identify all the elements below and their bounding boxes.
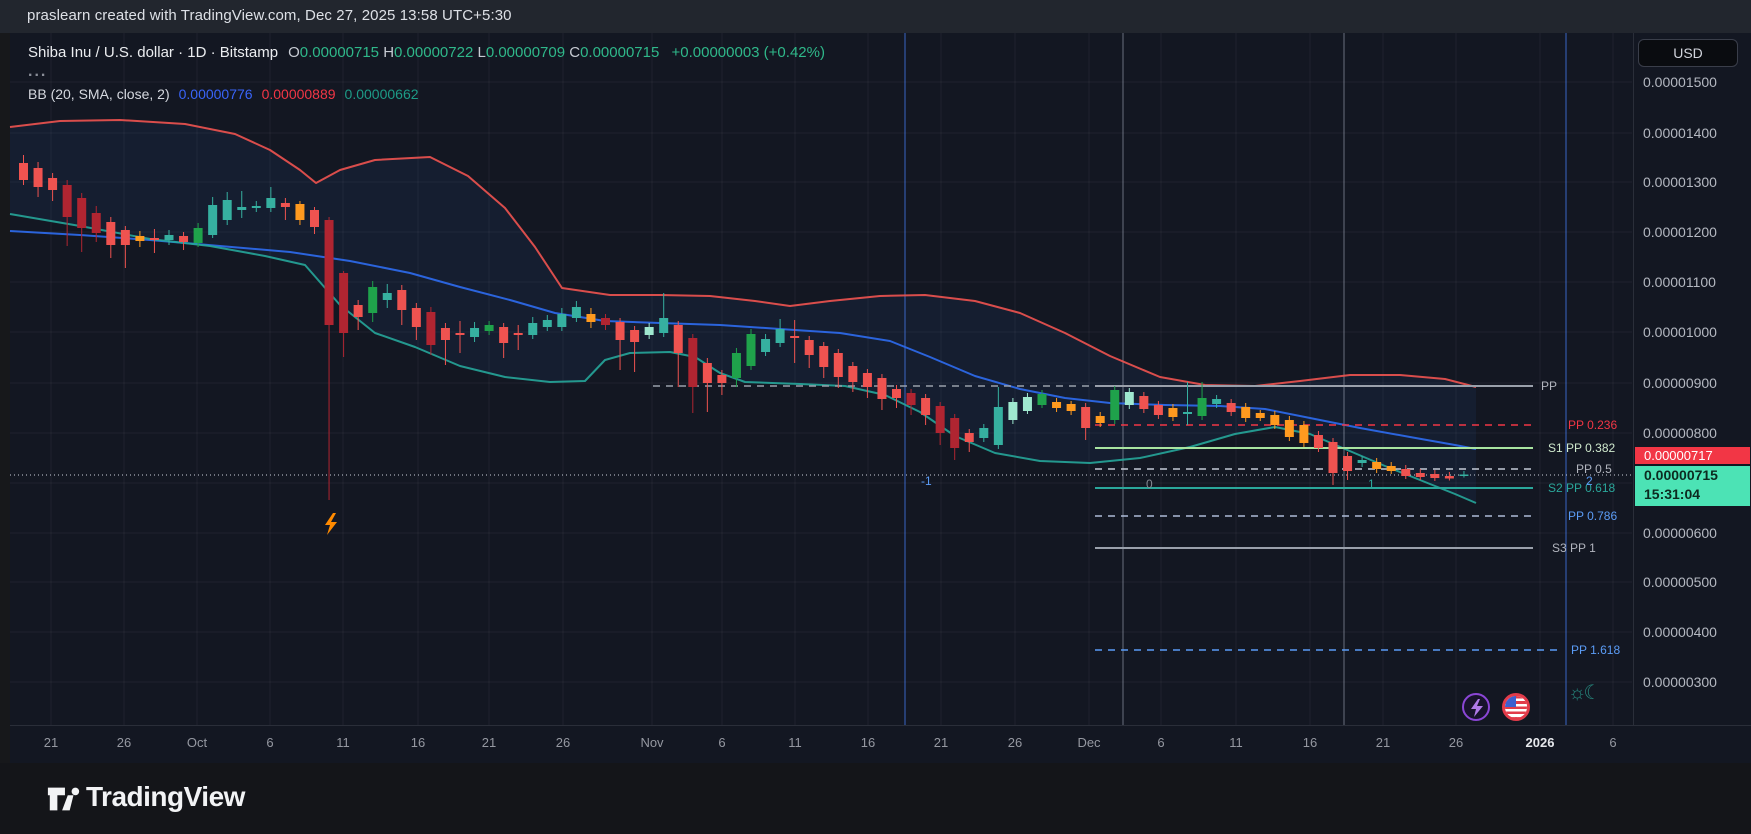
bb-title[interactable]: BB (20, SMA, close, 2) [28,86,170,102]
time-axis-label: 11 [788,735,802,750]
ohlc-letter: O [288,44,300,61]
price-axis-label: 0.00001000 [1643,324,1717,340]
time-axis-label: 2026 [1526,735,1555,750]
attribution-bar: praslearn created with TradingView.com, … [0,0,1751,33]
tradingview-logo-icon[interactable] [46,783,82,815]
tradingview-wordmark[interactable]: TradingView [86,781,245,813]
time-axis-label: 6 [1157,735,1164,750]
time-axis-label: 21 [1376,735,1390,750]
publisher-watermark-icon: ☼☾ [1568,680,1598,705]
time-axis-label: Oct [187,735,207,750]
ohlc-value: 0.00000715 [300,44,383,61]
change-value: +0.00000003 (+0.42%) [672,44,825,61]
time-axis-label: 26 [1449,735,1463,750]
chart-canvas[interactable] [10,33,1751,763]
price-axis-label: 0.00000800 [1643,425,1717,441]
price-axis-label: 0.00001200 [1643,224,1717,240]
price-axis[interactable]: USD 0.00000717 0.00000715 15:31:04 0.000… [1633,33,1751,725]
footer-bar: TradingView [0,763,1751,834]
ohlc-value: 0.00000709 [486,44,569,61]
time-axis-label: Nov [640,735,663,750]
time-axis[interactable]: 21 26 Oct 6 11 16 21 26 Nov 6 11 16 21 26 Dec 6 11 16 21 26… [10,725,1751,763]
lightning-icon [1470,699,1484,717]
price-axis-label: 0.00001500 [1643,74,1717,90]
flag-canton [1505,696,1516,707]
chart-legend: Shiba Inu / U.S. dollar · 1D · Bitstamp O… [28,44,825,102]
bb-upper-value: 0.00000889 [262,86,336,102]
price-axis-label: 0.00000300 [1643,674,1717,690]
ohlc-letter: L [477,44,485,61]
attribution-text: praslearn created with TradingView.com, … [27,7,512,24]
time-axis-label: 16 [1303,735,1317,750]
time-axis-label: 16 [411,735,425,750]
time-axis-label: 6 [1609,735,1616,750]
ohlc-values: O0.00000715 H0.00000722 L0.00000709 C0.0… [288,44,663,61]
price-axis-label: 0.00001400 [1643,125,1717,141]
currency-toggle-button[interactable]: USD [1638,39,1738,67]
symbol-title[interactable]: Shiba Inu / U.S. dollar · 1D · Bitstamp [28,44,278,61]
price-axis-label: 0.00000600 [1643,525,1717,541]
bb-lower-value: 0.00000662 [345,86,419,102]
time-axis-label: 21 [482,735,496,750]
time-axis-label: 11 [336,735,350,750]
time-axis-label: Dec [1077,735,1100,750]
time-axis-label: 26 [117,735,131,750]
bb-statusline[interactable]: BB (20, SMA, close, 2) 0.00000776 0.000008… [28,86,825,102]
countdown-price: 0.00000715 [1644,466,1750,485]
legend-more-button[interactable]: ... [28,67,825,77]
ohlc-value: 0.00000715 [580,44,663,61]
countdown-time: 15:31:04 [1644,485,1750,504]
time-axis-label: 26 [1008,735,1022,750]
ohlc-value: 0.00000722 [394,44,477,61]
boost-flash-icon[interactable] [1462,693,1490,721]
tradingview-published-chart: praslearn created with TradingView.com, … [0,0,1751,834]
price-axis-label: 0.00001300 [1643,174,1717,190]
price-axis-label: 0.00001100 [1643,274,1716,290]
ohlc-letter: H [383,44,394,61]
bb-basis-value: 0.00000776 [179,86,253,102]
us-flag-icon[interactable] [1502,693,1530,721]
time-axis-label: 16 [861,735,875,750]
price-axis-label: 0.00000400 [1643,624,1717,640]
last-price-label: 0.00000717 [1635,447,1750,464]
time-axis-label: 21 [934,735,948,750]
time-axis-label: 6 [718,735,725,750]
countdown-price-label: 0.00000715 15:31:04 [1635,466,1750,506]
time-axis-label: 26 [556,735,570,750]
ohlc-letter: C [569,44,580,61]
price-axis-label: 0.00000900 [1643,375,1717,391]
price-axis-label: 0.00000500 [1643,574,1717,590]
symbol-statusline[interactable]: Shiba Inu / U.S. dollar · 1D · Bitstamp O… [28,44,825,61]
time-axis-label: 11 [1229,735,1243,750]
time-axis-label: 21 [44,735,58,750]
time-axis-label: 6 [266,735,273,750]
